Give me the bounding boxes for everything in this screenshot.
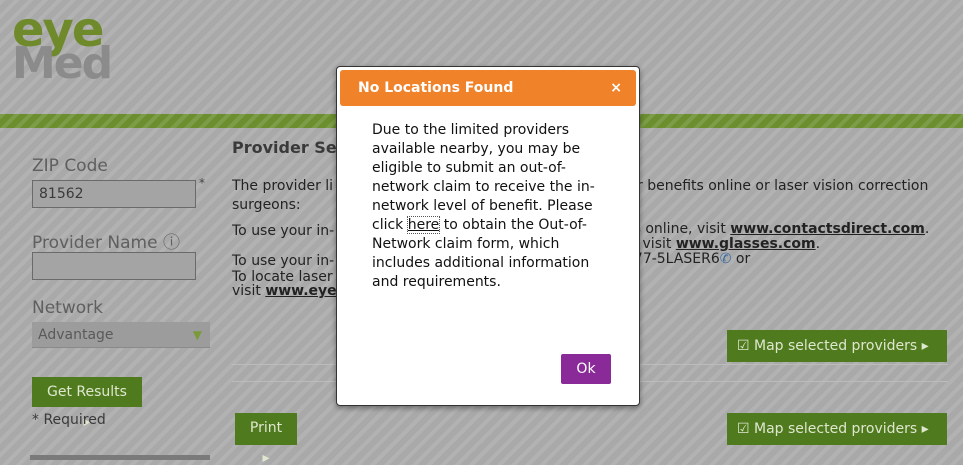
modal-message: Due to the limited providers available n…: [372, 122, 595, 290]
required-star: *: [199, 176, 205, 190]
network-selected-value: Advantage: [38, 327, 114, 343]
zip-code-input[interactable]: 81562: [32, 180, 196, 208]
laser-text: To locate laser visit www.eye: [232, 269, 337, 299]
logo-bottom-text: Med: [12, 38, 113, 89]
contactsdirect-link[interactable]: www.contactsdirect.com: [730, 221, 925, 237]
contacts-text: es online, visit www.contactsdirect.com.: [625, 221, 930, 237]
get-results-button[interactable]: Get Results ▸: [32, 377, 142, 430]
glasses-text-prefix: To use your in-: [232, 253, 335, 269]
intro-text-2: r benefits online or laser vision correc…: [637, 178, 929, 194]
glasses-text: e, visit www.glasses.com.: [625, 236, 821, 252]
contacts-text-prefix: To use your in-: [232, 223, 335, 239]
map-selected-providers-button-bottom[interactable]: ☑ Map selected providers ▸: [727, 413, 947, 445]
print-button[interactable]: Print ▸: [235, 413, 297, 465]
no-locations-modal: No Locations Found × Due to the limited …: [336, 66, 640, 406]
intro-text-3: surgeons:: [232, 197, 301, 213]
dropdown-arrow-icon: ▼: [192, 328, 202, 342]
modal-header: No Locations Found ×: [340, 70, 636, 106]
laser-phone-text: 877-5LASER6✆ or: [625, 251, 751, 267]
claim-form-link[interactable]: here: [406, 216, 441, 234]
close-icon[interactable]: ×: [610, 70, 622, 106]
provider-name-label: Provider Name ⓘ: [32, 233, 180, 253]
zip-code-label: ZIP Code: [32, 156, 108, 176]
glasses-link[interactable]: www.glasses.com: [676, 236, 816, 252]
intro-text-1: The provider li: [232, 178, 334, 194]
eyemed-site-link[interactable]: www.eye: [265, 283, 336, 299]
ok-button[interactable]: Ok: [561, 354, 611, 384]
eyemed-logo[interactable]: eye Med: [12, 2, 132, 89]
left-divider: [30, 455, 210, 460]
network-label: Network: [32, 298, 103, 318]
phone-icon: ✆: [719, 251, 732, 267]
network-select[interactable]: Advantage ▼: [32, 322, 210, 348]
provider-name-input[interactable]: [32, 252, 196, 280]
map-selected-providers-button-top[interactable]: ☑ Map selected providers ▸: [727, 330, 947, 362]
required-note: * Required: [32, 412, 106, 428]
modal-title: No Locations Found: [358, 80, 514, 96]
provider-search-heading: Provider Sea: [232, 138, 348, 157]
